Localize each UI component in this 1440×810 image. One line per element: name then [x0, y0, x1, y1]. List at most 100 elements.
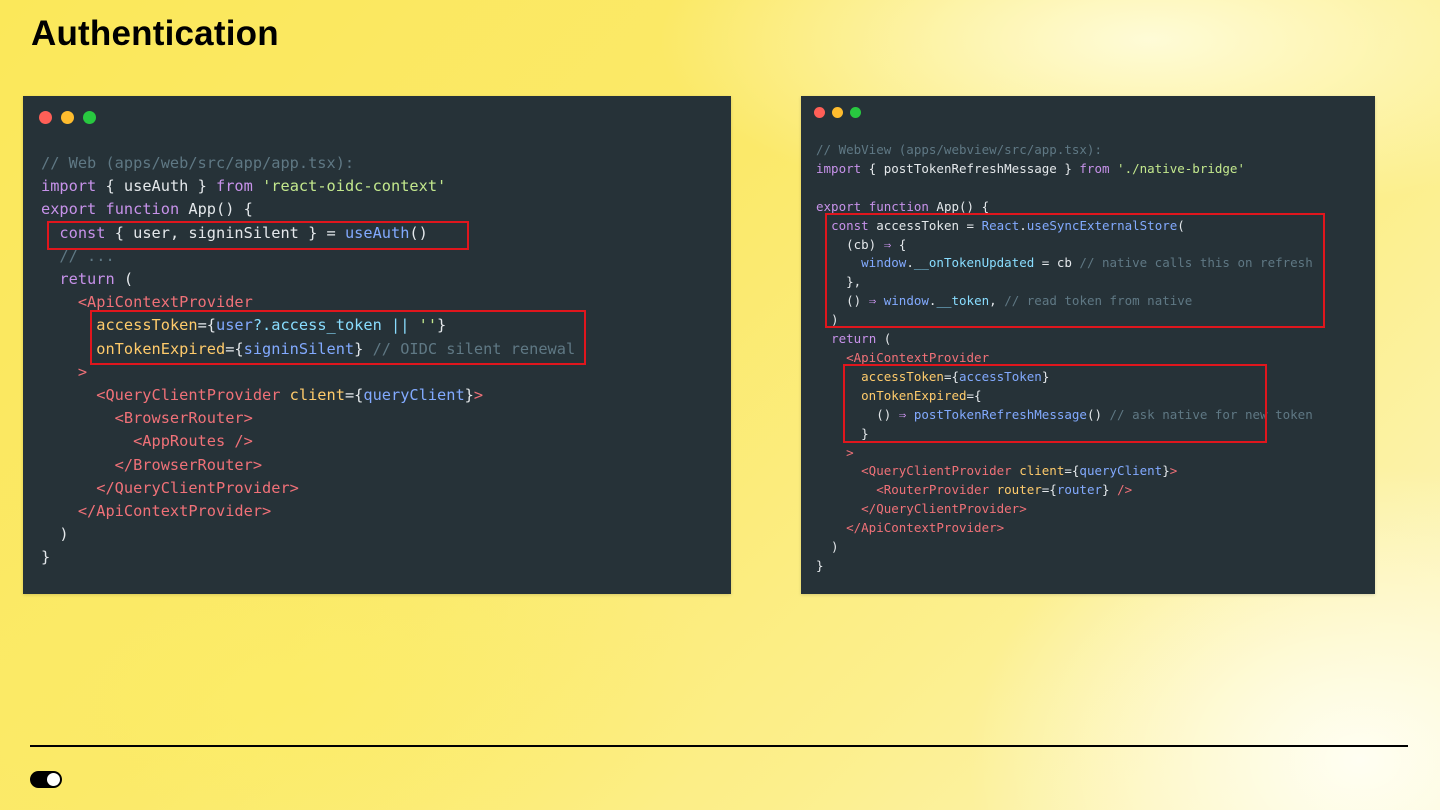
- code-token: ,: [989, 293, 1005, 309]
- code-line: <QueryClientProvider client={queryClient…: [816, 462, 1313, 481]
- footer-divider: [30, 745, 1408, 747]
- code-line: <ApiContextProvider: [816, 349, 1313, 368]
- code-token: const: [831, 217, 869, 233]
- code-token: <AppRoutes />: [41, 432, 253, 451]
- code-line: ): [41, 523, 575, 546]
- code-token: {: [891, 236, 907, 252]
- code-token: onTokenExpired: [861, 387, 967, 403]
- code-token: function: [868, 198, 929, 214]
- minimize-dot-icon: [61, 111, 74, 124]
- code-token: <QueryClientProvider: [41, 386, 281, 405]
- code-token: </ApiContextProvider>: [816, 520, 1005, 536]
- code-line: <RouterProvider router={router} />: [816, 481, 1313, 500]
- code-line: // Web (apps/web/src/app/app.tsx):: [41, 152, 575, 175]
- code-token: >: [41, 362, 88, 381]
- code-line: </ApiContextProvider>: [816, 519, 1313, 538]
- code-line: }: [816, 557, 1313, 576]
- code-token: // ...: [41, 246, 115, 265]
- code-token: React: [981, 217, 1020, 233]
- code-token: .: [1019, 217, 1027, 233]
- code-token: return: [831, 331, 877, 347]
- toggle-switch-icon[interactable]: [30, 771, 62, 788]
- code-line: </QueryClientProvider>: [41, 477, 575, 500]
- code-token: },: [816, 274, 862, 290]
- code-line: onTokenExpired={: [816, 387, 1313, 406]
- code-token: .: [906, 255, 914, 271]
- code-line: import { useAuth } from 'react-oidc-cont…: [41, 175, 575, 198]
- code-line: <BrowserRouter>: [41, 407, 575, 430]
- window-controls: [39, 111, 96, 124]
- code-token: router: [1056, 482, 1102, 498]
- code-block-web: // Web (apps/web/src/app/app.tsx): import…: [41, 152, 575, 570]
- code-line: <ApiContextProvider: [41, 291, 575, 314]
- code-token: (): [409, 223, 428, 242]
- code-line: >: [816, 444, 1313, 463]
- code-token: <ApiContextProvider: [816, 349, 990, 365]
- code-token: './native-bridge': [1117, 160, 1245, 176]
- code-line: const accessToken = React.useSyncExterna…: [816, 217, 1313, 236]
- code-token: router: [996, 482, 1042, 498]
- code-token: // read token from native: [1004, 293, 1193, 309]
- code-token: </QueryClientProvider>: [41, 478, 299, 497]
- close-dot-icon: [39, 111, 52, 124]
- code-line: </QueryClientProvider>: [816, 500, 1313, 519]
- code-line: window.__onTokenUpdated = cb // native c…: [816, 254, 1313, 273]
- toggle-knob: [47, 773, 60, 786]
- code-token: </QueryClientProvider>: [816, 501, 1027, 517]
- code-token: (): [816, 406, 899, 422]
- code-token: const: [59, 223, 106, 242]
- code-line: return (: [41, 268, 575, 291]
- code-token: signinSilent: [243, 339, 355, 358]
- code-token: window: [883, 293, 929, 309]
- code-token: client: [289, 386, 345, 405]
- code-line: accessToken={user?.access_token || ''}: [41, 314, 575, 337]
- code-token: onTokenExpired: [96, 339, 226, 358]
- code-token: // native calls this on refresh: [1079, 255, 1313, 271]
- code-token: ={: [344, 386, 364, 405]
- code-line: <QueryClientProvider client={queryClient…: [41, 384, 575, 407]
- code-line: return (: [816, 330, 1313, 349]
- code-token: 'react-oidc-context': [262, 177, 447, 196]
- code-token: }: [354, 339, 373, 358]
- code-token: queryClient: [1079, 463, 1163, 479]
- code-token: postTokenRefreshMessage: [913, 406, 1087, 422]
- code-token: // OIDC silent renewal: [372, 339, 576, 358]
- code-token: export: [41, 200, 97, 219]
- code-block-webview: // WebView (apps/webview/src/app.tsx): im…: [816, 141, 1313, 576]
- code-token: access_token: [271, 316, 382, 335]
- code-token: >: [1169, 463, 1178, 479]
- code-token: __token: [936, 293, 990, 309]
- code-token: { user, signinSilent } =: [105, 223, 345, 242]
- code-token: ): [41, 525, 69, 544]
- code-token: App() {: [928, 198, 990, 214]
- code-token: ): [816, 539, 839, 555]
- code-token: }: [816, 425, 869, 441]
- code-token: (): [1086, 406, 1110, 422]
- code-token: }: [816, 557, 824, 573]
- code-token: accessToken: [861, 368, 944, 384]
- minimize-dot-icon: [832, 107, 843, 118]
- code-token: (: [114, 270, 134, 289]
- code-token: (: [876, 331, 892, 347]
- code-token: __onTokenUpdated: [913, 255, 1035, 271]
- code-line: export function App() {: [41, 198, 575, 221]
- code-line: export function App() {: [816, 198, 1313, 217]
- code-line: }: [41, 546, 575, 569]
- code-line: () ⇒ window.__token, // read token from …: [816, 292, 1313, 311]
- slide-title: Authentication: [31, 14, 279, 53]
- code-token: user: [216, 316, 253, 335]
- code-token: // Web (apps/web/src/app/app.tsx):: [41, 154, 355, 172]
